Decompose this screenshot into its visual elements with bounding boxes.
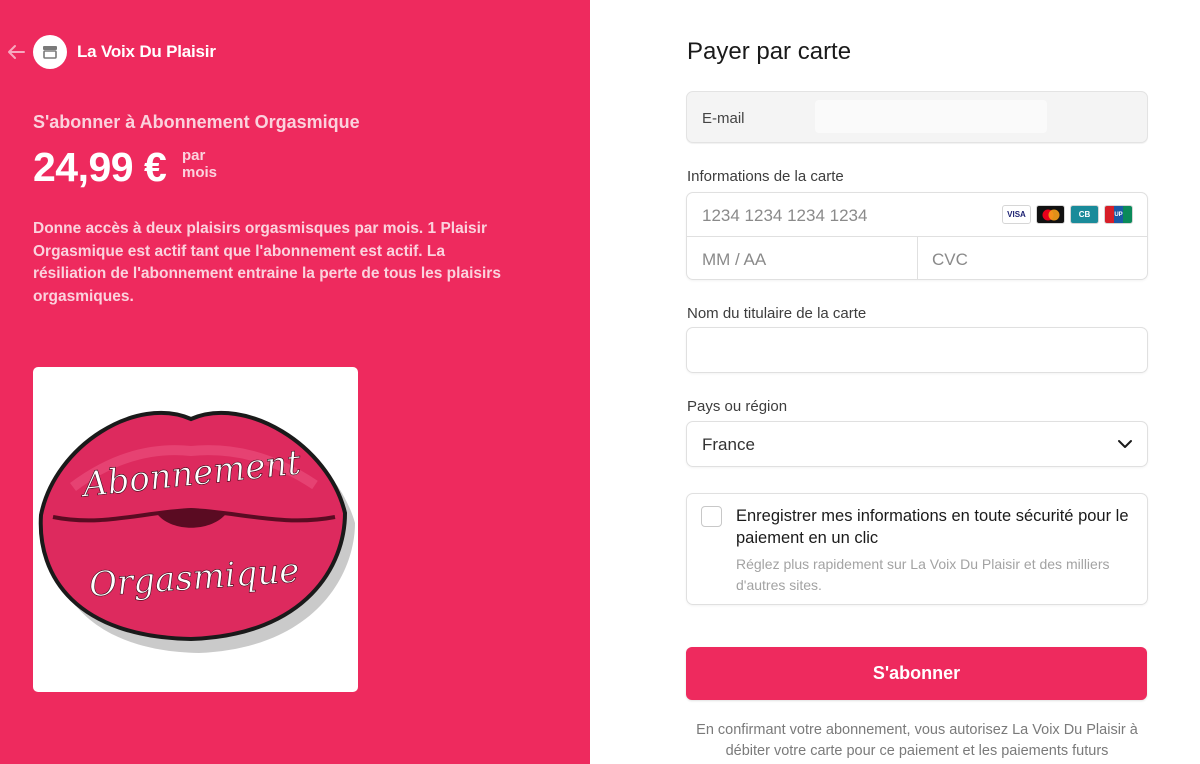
card-info-group: VISA CB UP <box>686 192 1148 280</box>
save-info-option: Enregistrer mes informations en toute sé… <box>686 493 1148 605</box>
cardholder-label: Nom du titulaire de la carte <box>687 305 867 322</box>
product-image: Abonnement Orgasmique <box>33 367 358 692</box>
store-icon <box>43 46 57 59</box>
chevron-down-icon <box>1118 440 1132 448</box>
merchant-name[interactable]: La Voix Du Plaisir <box>77 42 216 62</box>
card-expiry-input[interactable] <box>702 250 902 270</box>
merchant-logo[interactable] <box>33 35 67 69</box>
card-info-label: Informations de la carte <box>687 168 844 185</box>
card-brand-logos: VISA CB UP <box>1002 205 1133 224</box>
subscription-title: S'abonner à Abonnement Orgasmique <box>33 112 360 132</box>
email-label: E-mail <box>702 110 745 127</box>
lips-illustration: Abonnement Orgasmique <box>38 410 355 653</box>
billing-period-line1: par <box>182 147 206 164</box>
legal-notice: En confirmant votre abonnement, vous aut… <box>696 722 1138 759</box>
country-select[interactable]: France <box>686 421 1148 467</box>
country-label: Pays ou région <box>687 398 788 415</box>
save-info-subtitle: Réglez plus rapidement sur La Voix Du Pl… <box>736 556 1110 593</box>
payment-title: Payer par carte <box>687 38 852 65</box>
subscribe-button[interactable]: S'abonner <box>686 647 1147 700</box>
email-field[interactable]: E-mail <box>686 91 1148 143</box>
card-cvc-input[interactable] <box>932 250 1132 270</box>
cardholder-field[interactable] <box>686 327 1148 373</box>
country-value: France <box>702 435 755 454</box>
arrow-left-icon[interactable] <box>7 44 25 60</box>
visa-icon: VISA <box>1002 205 1031 224</box>
card-divider-vertical <box>917 236 918 280</box>
cardholder-input[interactable] <box>702 340 1132 360</box>
save-info-checkbox[interactable] <box>701 506 722 527</box>
product-summary-panel: La Voix Du Plaisir S'abonner à Abonnemen… <box>0 0 590 764</box>
email-value[interactable] <box>815 100 1047 133</box>
card-number-input[interactable] <box>702 206 992 226</box>
cb-icon: CB <box>1070 205 1099 224</box>
save-info-title[interactable]: Enregistrer mes informations en toute sé… <box>736 505 1136 549</box>
unionpay-icon: UP <box>1104 205 1133 224</box>
billing-period-line2: mois <box>182 164 218 181</box>
payment-form-panel: Payer par carte E-mail Informations de l… <box>590 0 1200 764</box>
billing-period: par mois <box>182 147 217 181</box>
price-amount: 24,99 € <box>33 144 167 190</box>
mastercard-icon <box>1036 205 1065 224</box>
product-description: Donne accès à deux plaisirs orgasmisques… <box>33 220 501 305</box>
